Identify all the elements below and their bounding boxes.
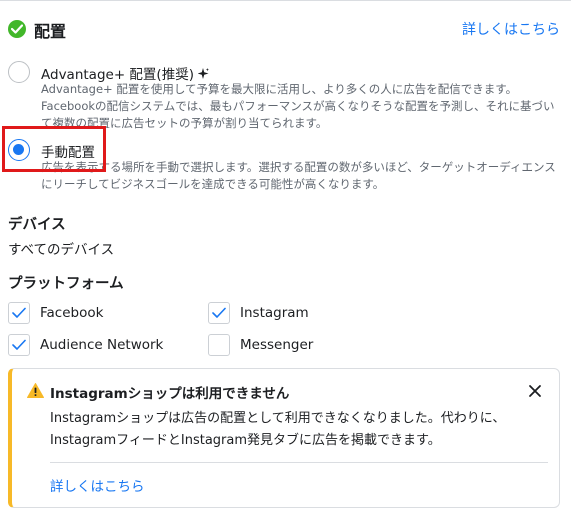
instagram-shop-alert: Instagramショップは利用できません Instagramショップは広告の配… [8,368,560,508]
advantage-placement-radio[interactable] [8,61,30,83]
checkmark-icon [12,339,26,350]
check-circle-icon [8,20,26,38]
placement-header: 配置 詳しくはこちら [8,17,560,41]
alert-learn-more-link[interactable]: 詳しくはこちら [50,475,145,495]
platforms-title: プラットフォーム [8,276,124,292]
close-icon[interactable] [525,381,545,401]
manual-placement-description: 広告を表示する場所を手動で選択します。選択する配置の数が多いほど、ターゲットオー… [41,160,556,191]
alert-divider [50,462,548,463]
facebook-checkbox[interactable] [8,302,30,324]
warning-triangle-icon [27,383,44,402]
devices-value[interactable]: すべてのデバイス [8,238,114,258]
messenger-label[interactable]: Messenger [240,337,313,353]
alert-body: Instagramショップは広告の配置として利用できなくなりました。代わりに、I… [50,411,506,448]
advantage-placement-description: Advantage+ 配置を使用して予算を最大限に活用し、より多くの人に広告を配… [41,82,555,130]
instagram-checkbox[interactable] [208,302,230,324]
messenger-checkbox[interactable] [208,334,230,356]
alert-title: Instagramショップは利用できません [50,386,290,402]
section-title: 配置 [34,22,67,41]
audience-network-checkbox[interactable] [8,334,30,356]
instagram-label[interactable]: Instagram [240,305,309,321]
audience-network-label[interactable]: Audience Network [40,337,163,353]
checkmark-icon [12,307,26,318]
learn-more-link[interactable]: 詳しくはこちら [462,19,560,39]
placement-panel: 配置 詳しくはこちら Advantage+ 配置(推奨) Advantage+ … [0,0,571,518]
checkmark-icon [212,307,226,318]
facebook-label[interactable]: Facebook [40,305,103,321]
devices-title: デバイス [8,217,66,233]
highlight-box [2,126,106,172]
